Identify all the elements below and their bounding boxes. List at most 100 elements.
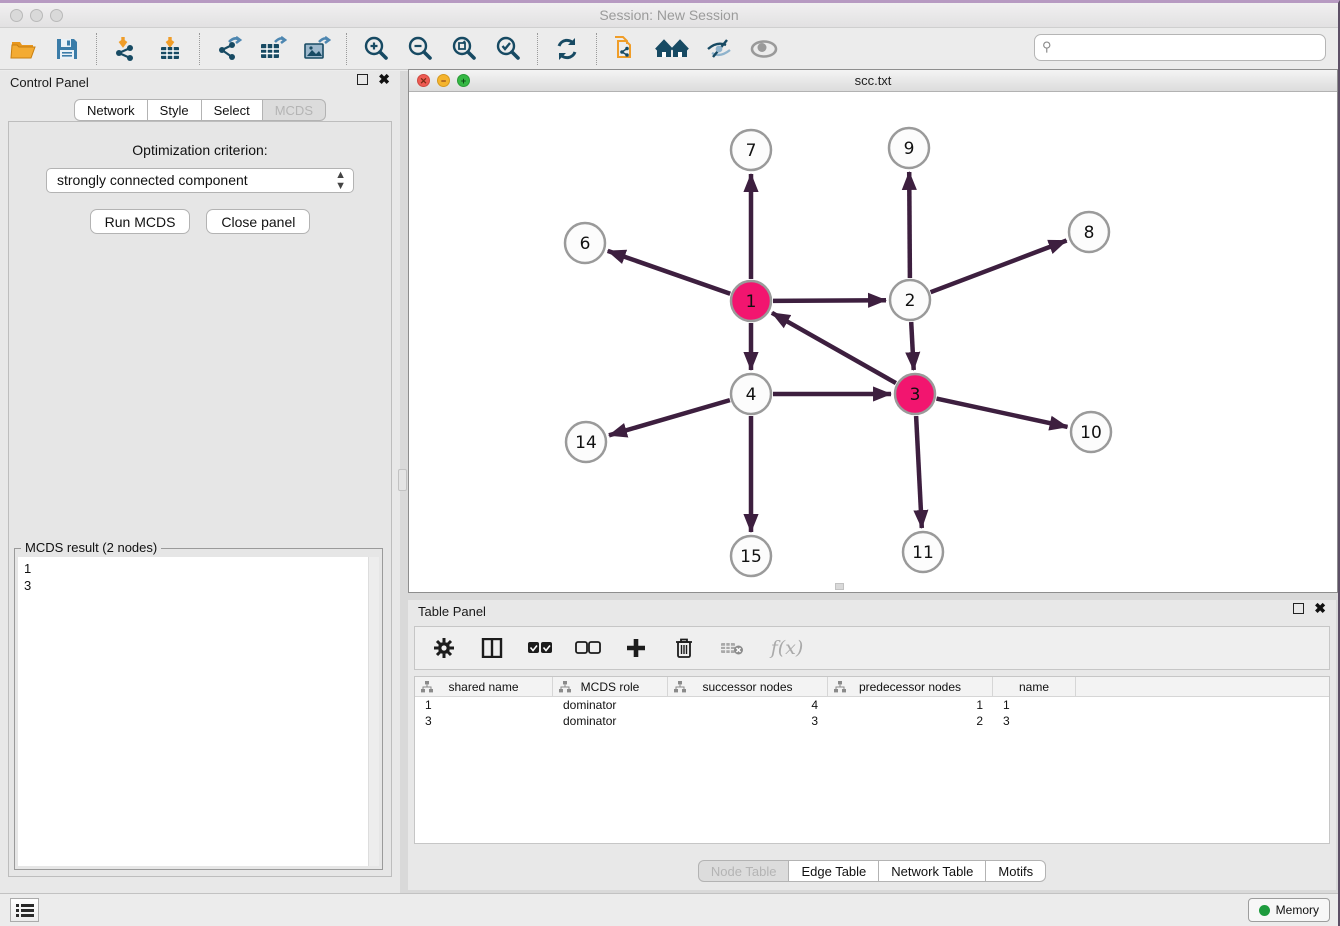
main-toolbar: ⚲ <box>0 28 1338 70</box>
result-scrollbar[interactable] <box>368 557 379 866</box>
add-column-button[interactable] <box>623 638 649 658</box>
open-session-button[interactable] <box>6 32 40 66</box>
graph-edge-3-1[interactable] <box>772 313 896 383</box>
network-minimize-button[interactable]: − <box>437 74 450 87</box>
search-input[interactable] <box>1034 34 1326 61</box>
network-canvas[interactable]: 7968124314101511 <box>409 92 1337 592</box>
task-history-button[interactable] <box>10 898 39 922</box>
zoom-selected-icon <box>494 35 522 63</box>
float-table-panel-icon[interactable] <box>1293 603 1304 614</box>
canvas-scroll-corner[interactable] <box>835 583 844 590</box>
toolbar-separator <box>596 33 597 65</box>
save-session-button[interactable] <box>50 32 84 66</box>
memory-button[interactable]: Memory <box>1248 898 1330 922</box>
column-header-successor-nodes[interactable]: successor nodes <box>668 677 828 696</box>
graph-node-label-14: 14 <box>575 433 597 453</box>
graph-edge-2-8[interactable] <box>931 241 1067 293</box>
open-folder-icon <box>10 37 37 61</box>
close-panel-icon[interactable]: ✖ <box>378 74 390 85</box>
window-titlebar: Session: New Session <box>0 3 1338 28</box>
cell-shared-name: 1 <box>415 697 553 713</box>
function-builder-button[interactable]: f(x) <box>767 637 807 659</box>
table-row[interactable]: 1 dominator 4 1 1 <box>415 697 1329 713</box>
network-maximize-button[interactable]: + <box>457 74 470 87</box>
table-row[interactable]: 3 dominator 3 2 3 <box>415 713 1329 729</box>
graph-edge-2-9[interactable] <box>909 172 910 278</box>
zoom-out-button[interactable] <box>403 32 437 66</box>
zoom-window-button[interactable] <box>50 9 63 22</box>
tree-icon <box>834 681 846 693</box>
tab-node-table[interactable]: Node Table <box>698 860 790 882</box>
tab-network[interactable]: Network <box>74 99 148 121</box>
refresh-layout-button[interactable] <box>550 32 584 66</box>
graph-edge-2-3[interactable] <box>911 322 914 370</box>
graph-edge-1-2[interactable] <box>773 300 886 301</box>
panel-splitter-handle[interactable] <box>398 469 407 491</box>
tab-edge-table[interactable]: Edge Table <box>789 860 879 882</box>
column-label: successor nodes <box>702 680 792 694</box>
tab-select[interactable]: Select <box>202 99 263 121</box>
export-image-icon <box>303 36 331 62</box>
column-header-mcds-role[interactable]: MCDS role <box>553 677 668 696</box>
show-all-button[interactable] <box>747 32 781 66</box>
mcds-panel-body: Optimization criterion: strongly connect… <box>8 121 392 877</box>
graph-node-label-10: 10 <box>1080 423 1102 443</box>
close-window-button[interactable] <box>10 9 23 22</box>
minimize-window-button[interactable] <box>30 9 43 22</box>
close-panel-button[interactable]: Close panel <box>206 209 310 234</box>
column-header-shared-name[interactable]: shared name <box>415 677 553 696</box>
split-columns-icon <box>481 638 503 658</box>
tab-style[interactable]: Style <box>148 99 202 121</box>
table-panel: Table Panel ✖ <box>408 600 1336 890</box>
import-network-button[interactable] <box>109 32 143 66</box>
settings-gear-button[interactable] <box>431 637 457 659</box>
first-neighbors-button[interactable] <box>653 32 693 66</box>
graph-edge-4-14[interactable] <box>609 400 730 435</box>
cell-predecessor-nodes: 1 <box>828 697 993 713</box>
zoom-selected-button[interactable] <box>491 32 525 66</box>
checked-boxes-icon <box>527 641 553 655</box>
toolbar-separator <box>199 33 200 65</box>
deselect-all-button[interactable] <box>575 641 601 655</box>
import-table-button[interactable] <box>153 32 187 66</box>
workspace: Control Panel ✖ Network Style Select MCD… <box>0 71 1338 893</box>
network-window-titlebar[interactable]: ✕ − + scc.txt <box>409 70 1337 92</box>
float-panel-icon[interactable] <box>357 74 368 85</box>
split-columns-button[interactable] <box>479 638 505 658</box>
close-table-panel-icon[interactable]: ✖ <box>1314 603 1326 614</box>
mcds-result-text[interactable]: 1 3 <box>18 557 379 866</box>
hide-selected-button[interactable] <box>703 32 737 66</box>
optimization-criterion-select[interactable]: strongly connected component ▲▼ <box>46 168 354 193</box>
column-header-predecessor-nodes[interactable]: predecessor nodes <box>828 677 993 696</box>
zoom-in-button[interactable] <box>359 32 393 66</box>
column-header-name[interactable]: name <box>993 677 1076 696</box>
delete-table-button[interactable] <box>719 640 745 656</box>
run-mcds-button[interactable]: Run MCDS <box>90 209 191 234</box>
export-table-icon <box>259 36 287 62</box>
graph-edge-3-10[interactable] <box>937 399 1068 427</box>
export-network-button[interactable] <box>212 32 246 66</box>
tab-motifs[interactable]: Motifs <box>986 860 1046 882</box>
tab-mcds[interactable]: MCDS <box>263 99 326 121</box>
plus-icon <box>626 638 646 658</box>
table-toolbar: f(x) <box>414 626 1330 670</box>
column-label: shared name <box>448 680 518 694</box>
cell-successor-nodes: 4 <box>668 697 828 713</box>
network-close-button[interactable]: ✕ <box>417 74 430 87</box>
toolbar-separator <box>96 33 97 65</box>
cell-name: 1 <box>993 697 1076 713</box>
graph-edge-3-11[interactable] <box>916 416 922 528</box>
network-file-button[interactable] <box>609 32 643 66</box>
select-all-button[interactable] <box>527 641 553 655</box>
houses-icon <box>655 37 691 61</box>
node-table[interactable]: shared name MCDS role successor nodes pr… <box>414 676 1330 844</box>
export-table-button[interactable] <box>256 32 290 66</box>
graph-edge-1-6[interactable] <box>608 251 731 294</box>
tab-network-table[interactable]: Network Table <box>879 860 986 882</box>
search-container: ⚲ <box>1034 34 1326 61</box>
delete-column-button[interactable] <box>671 637 697 659</box>
eye-icon <box>749 38 779 60</box>
trash-icon <box>675 637 693 659</box>
zoom-fit-button[interactable] <box>447 32 481 66</box>
export-image-button[interactable] <box>300 32 334 66</box>
